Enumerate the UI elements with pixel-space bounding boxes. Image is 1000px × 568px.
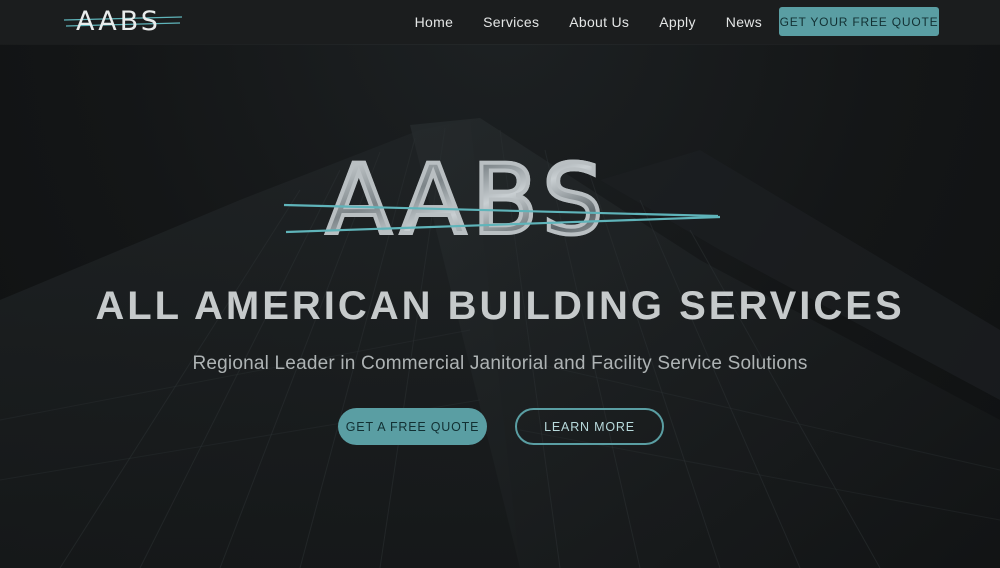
- learn-more-button[interactable]: LEARN MORE: [515, 408, 664, 445]
- hero-title: ALL AMERICAN BUILDING SERVICES: [95, 284, 905, 328]
- nav-logo[interactable]: AABS: [64, 4, 184, 40]
- nav-logo-text: AABS: [76, 6, 161, 37]
- nav-item-news[interactable]: News: [726, 14, 762, 30]
- hero-logo: AABS: [282, 150, 722, 262]
- nav-item-services[interactable]: Services: [483, 14, 539, 30]
- nav-menu: Home Services About Us Apply News: [415, 0, 762, 44]
- nav-item-about-us[interactable]: About Us: [569, 14, 629, 30]
- nav-item-apply[interactable]: Apply: [659, 14, 696, 30]
- get-a-free-quote-button[interactable]: GET A FREE QUOTE: [338, 408, 487, 445]
- top-navbar: AABS Home Services About Us Apply News G…: [0, 0, 1000, 44]
- nav-item-home[interactable]: Home: [415, 14, 454, 30]
- get-your-free-quote-button[interactable]: GET YOUR FREE QUOTE: [779, 7, 939, 36]
- hero-subtitle: Regional Leader in Commercial Janitorial…: [192, 353, 808, 374]
- hero-logo-swoosh-lines: [283, 203, 721, 234]
